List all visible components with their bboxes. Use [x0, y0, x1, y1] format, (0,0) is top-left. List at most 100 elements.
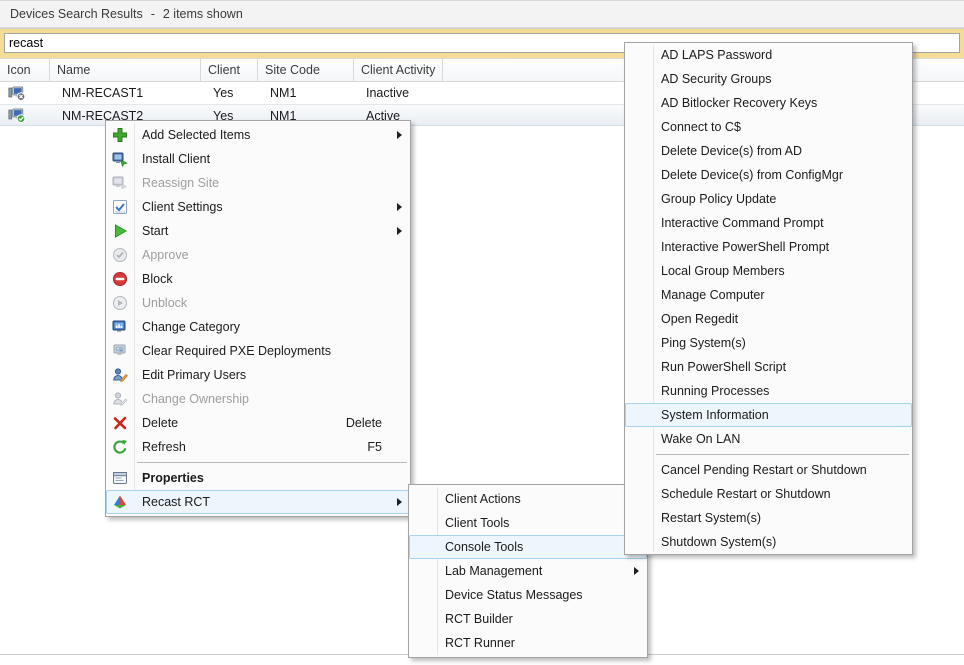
menu-item-install-client[interactable]: Install Client [106, 147, 410, 171]
cell-name: NM-RECAST1 [50, 82, 201, 104]
menu-item-label: Start [142, 224, 168, 238]
submenu-arrow-icon [634, 567, 639, 575]
menu-item-label: Client Settings [142, 200, 223, 214]
menu-item-cancel-pending-restart-or-shutdown[interactable]: Cancel Pending Restart or Shutdown [625, 458, 912, 482]
column-header-client-activity[interactable]: Client Activity [354, 59, 443, 81]
column-header-name[interactable]: Name [50, 59, 201, 81]
menu-item-change-ownership: Change Ownership [106, 387, 410, 411]
menu-item-label: RCT Runner [445, 636, 515, 650]
menu-item-ad-security-groups[interactable]: AD Security Groups [625, 67, 912, 91]
menu-item-shutdown-system-s[interactable]: Shutdown System(s) [625, 530, 912, 554]
column-header-client[interactable]: Client [201, 59, 258, 81]
menu-item-label: Wake On LAN [661, 432, 740, 446]
page-title: Devices Search Results [10, 7, 143, 21]
device-context-menu: Add Selected Items Install Client Reassign… [105, 120, 411, 517]
menu-item-rct-builder[interactable]: RCT Builder [409, 607, 647, 631]
menu-item-manage-computer[interactable]: Manage Computer [625, 283, 912, 307]
submenu-arrow-icon [397, 498, 402, 506]
menu-item-wake-on-lan[interactable]: Wake On LAN [625, 427, 912, 451]
menu-item-label: Properties [142, 471, 204, 485]
recast-rct-submenu: Client Actions Client Tools Console Tools L… [408, 484, 648, 658]
menu-item-label: Delete Device(s) from ConfigMgr [661, 168, 843, 182]
menu-item-schedule-restart-or-shutdown[interactable]: Schedule Restart or Shutdown [625, 482, 912, 506]
menu-item-label: Add Selected Items [142, 128, 250, 142]
menu-item-ping-system-s[interactable]: Ping System(s) [625, 331, 912, 355]
menu-item-label: Open Regedit [661, 312, 738, 326]
menu-item-label: Running Processes [661, 384, 769, 398]
menu-item-delete[interactable]: Delete Delete [106, 411, 410, 435]
menu-item-running-processes[interactable]: Running Processes [625, 379, 912, 403]
menu-item-label: Group Policy Update [661, 192, 776, 206]
block-icon [112, 271, 128, 287]
reassign-site-icon [112, 175, 128, 191]
refresh-icon [112, 439, 128, 455]
menu-item-label: Install Client [142, 152, 210, 166]
menu-item-label: Console Tools [445, 540, 523, 554]
menu-item-label: AD Security Groups [661, 72, 771, 86]
menu-item-interactive-powershell-prompt[interactable]: Interactive PowerShell Prompt [625, 235, 912, 259]
menu-item-label: RCT Builder [445, 612, 513, 626]
menu-item-label: Client Actions [445, 492, 521, 506]
menu-item-console-tools[interactable]: Console Tools [409, 535, 647, 559]
menu-item-unblock: Unblock [106, 291, 410, 315]
menu-item-interactive-command-prompt[interactable]: Interactive Command Prompt [625, 211, 912, 235]
menu-item-label: Block [142, 272, 173, 286]
menu-item-run-powershell-script[interactable]: Run PowerShell Script [625, 355, 912, 379]
menu-item-label: Clear Required PXE Deployments [142, 344, 331, 358]
menu-item-delete-device-s-from-configmgr[interactable]: Delete Device(s) from ConfigMgr [625, 163, 912, 187]
menu-item-label: Connect to C$ [661, 120, 741, 134]
menu-item-client-tools[interactable]: Client Tools [409, 511, 647, 535]
properties-icon [112, 470, 128, 486]
results-header: Devices Search Results-2 items shown [0, 0, 964, 28]
install-client-icon [112, 151, 128, 167]
menu-item-label: Interactive PowerShell Prompt [661, 240, 829, 254]
menu-item-local-group-members[interactable]: Local Group Members [625, 259, 912, 283]
menu-item-block[interactable]: Block [106, 267, 410, 291]
submenu-arrow-icon [397, 131, 402, 139]
column-header-site-code[interactable]: Site Code [258, 59, 354, 81]
menu-item-connect-to-c[interactable]: Connect to C$ [625, 115, 912, 139]
menu-item-add-selected-items[interactable]: Add Selected Items [106, 123, 410, 147]
title-separator: - [151, 7, 155, 21]
menu-item-recast-rct[interactable]: Recast RCT [106, 490, 410, 514]
start-icon [112, 223, 128, 239]
menu-item-label: Schedule Restart or Shutdown [661, 487, 831, 501]
menu-item-ad-bitlocker-recovery-keys[interactable]: AD Bitlocker Recovery Keys [625, 91, 912, 115]
menu-item-refresh[interactable]: RefreshF5 [106, 435, 410, 459]
shortcut-label: Delete [346, 416, 382, 430]
menu-item-label: AD Bitlocker Recovery Keys [661, 96, 817, 110]
change-ownership-icon [112, 391, 128, 407]
menu-item-label: Delete [142, 416, 178, 430]
menu-item-group-policy-update[interactable]: Group Policy Update [625, 187, 912, 211]
menu-item-open-regedit[interactable]: Open Regedit [625, 307, 912, 331]
menu-item-client-settings[interactable]: Client Settings [106, 195, 410, 219]
cell-client: Yes [201, 82, 258, 104]
cell-client-activity: Inactive [354, 82, 443, 104]
menu-item-delete-device-s-from-ad[interactable]: Delete Device(s) from AD [625, 139, 912, 163]
menu-item-edit-primary-users[interactable]: Edit Primary Users [106, 363, 410, 387]
edit-primary-users-icon [112, 367, 128, 383]
menu-item-start[interactable]: Start [106, 219, 410, 243]
menu-item-client-actions[interactable]: Client Actions [409, 487, 647, 511]
menu-item-rct-runner[interactable]: RCT Runner [409, 631, 647, 655]
items-count: 2 items shown [163, 7, 243, 21]
menu-item-reassign-site: Reassign Site [106, 171, 410, 195]
menu-item-system-information[interactable]: System Information [625, 403, 912, 427]
add-icon [112, 127, 128, 143]
menu-item-label: Interactive Command Prompt [661, 216, 824, 230]
column-header-icon[interactable]: Icon [0, 59, 50, 81]
recast-icon [112, 494, 128, 510]
menu-item-change-category[interactable]: Change Category [106, 315, 410, 339]
menu-item-properties[interactable]: Properties [106, 466, 410, 490]
menu-item-ad-laps-password[interactable]: AD LAPS Password [625, 43, 912, 67]
menu-item-clear-required-pxe-deployments[interactable]: Clear Required PXE Deployments [106, 339, 410, 363]
menu-separator [106, 459, 410, 466]
menu-item-restart-system-s[interactable]: Restart System(s) [625, 506, 912, 530]
menu-item-lab-management[interactable]: Lab Management [409, 559, 647, 583]
menu-item-label: Lab Management [445, 564, 542, 578]
menu-item-label: System Information [661, 408, 769, 422]
menu-item-label: Reassign Site [142, 176, 219, 190]
menu-item-label: Manage Computer [661, 288, 765, 302]
menu-item-device-status-messages[interactable]: Device Status Messages [409, 583, 647, 607]
unblock-icon [112, 295, 128, 311]
